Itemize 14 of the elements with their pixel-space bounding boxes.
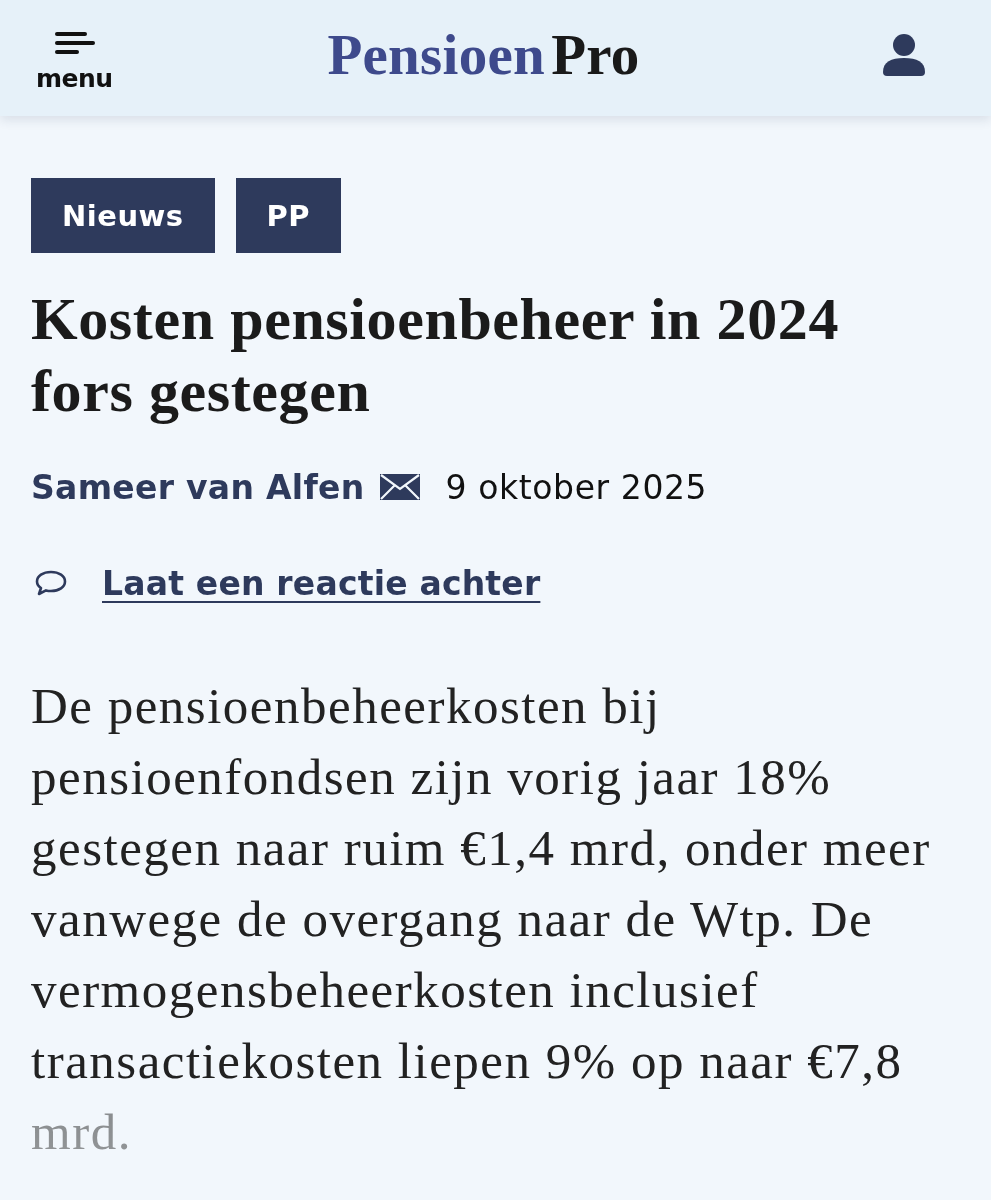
comment-link[interactable]: Laat een reactie achter — [102, 563, 541, 603]
menu-button[interactable]: menu — [36, 31, 113, 91]
envelope-icon[interactable] — [379, 474, 420, 500]
article-title: Kosten pensioenbeheer in 2024 fors gestegen — [31, 285, 840, 426]
author-link[interactable]: Sameer van Alfen — [31, 467, 365, 507]
article-lead: De pensioenbeheerkosten bij pensioenfondsen zijn vorig jaar 18% gestegen naar ruim €1,4 mrd, onder meer vanwege de overgang naar de Wtp. De vermogensbeheerkosten inclusief transactiekosten liepen 9% op naar €7,8 mrd. — [31, 677, 932, 1162]
user-icon — [883, 34, 925, 76]
publish-date: 9 oktober 2025 — [445, 467, 708, 507]
account-button[interactable] — [883, 34, 925, 76]
menu-icon — [55, 31, 95, 54]
speech-bubble-icon — [35, 570, 67, 596]
site-logo[interactable]: PensioenPro — [327, 25, 640, 83]
category-tag[interactable]: PP — [235, 178, 342, 253]
category-tag[interactable]: Nieuws — [31, 178, 215, 253]
